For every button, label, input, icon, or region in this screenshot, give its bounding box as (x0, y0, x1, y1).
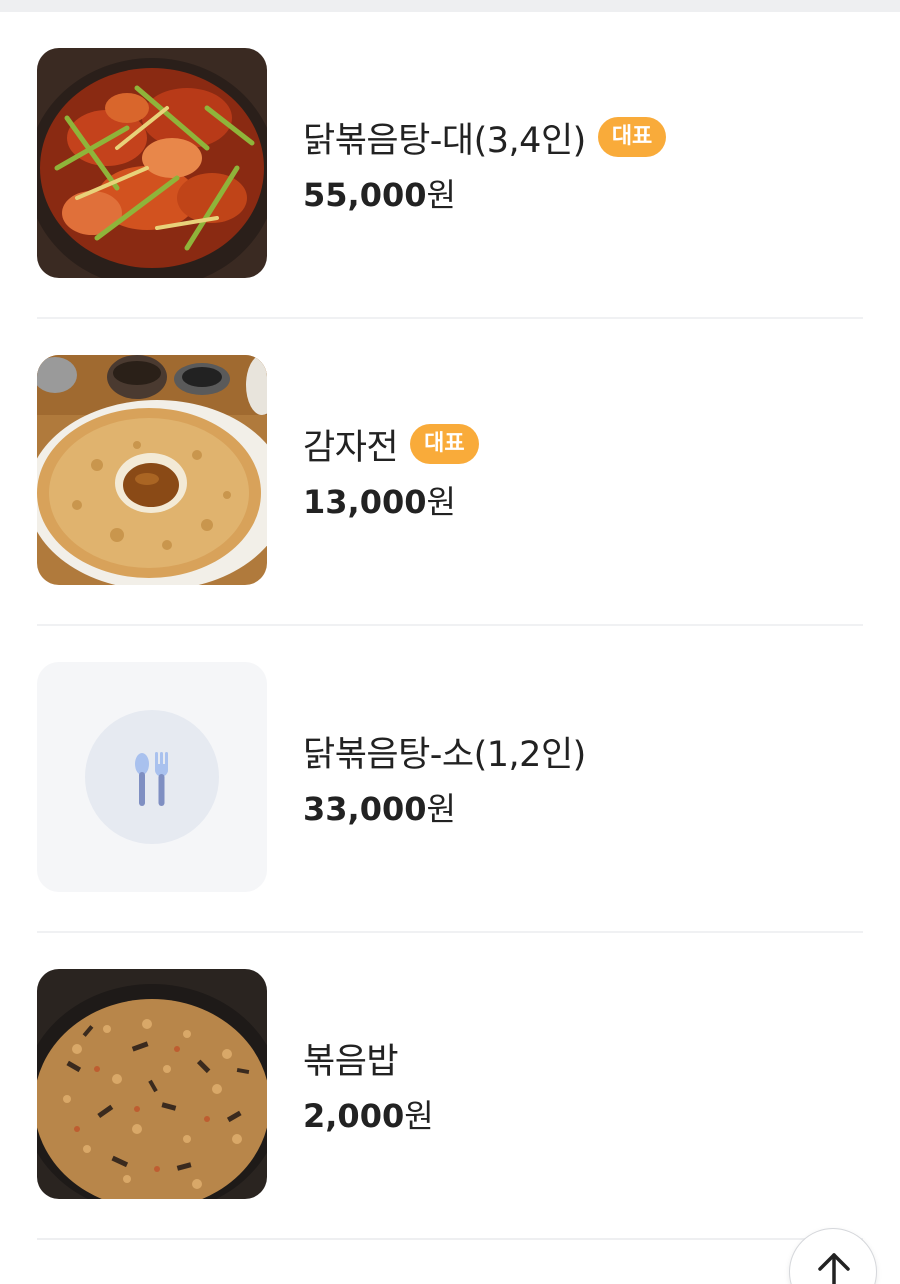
fried-rice-photo (37, 969, 267, 1199)
price-currency: 원 (426, 790, 456, 828)
menu-item[interactable]: 닭볶음탕-소(1,2인) 33,000 원 (37, 626, 863, 933)
menu-item-photo[interactable] (37, 662, 267, 892)
menu-item[interactable]: 감자전 대표 13,000 원 (37, 319, 863, 626)
price-amount: 13,000 (303, 483, 427, 521)
menu-item[interactable]: 볶음밥 2,000 원 (37, 933, 863, 1240)
menu-item-price: 33,000 원 (303, 784, 586, 828)
menu-item-price: 2,000 원 (303, 1091, 434, 1135)
menu-item-info: 닭볶음탕-소(1,2인) 33,000 원 (303, 726, 586, 829)
price-amount: 2,000 (303, 1097, 405, 1135)
signature-badge: 대표 (597, 117, 667, 157)
no-image-placeholder (37, 662, 267, 892)
menu-item-name: 닭볶음탕-대(3,4인) (303, 120, 586, 161)
spoon-fork-icon (135, 752, 168, 806)
menu-item-photo[interactable] (37, 355, 267, 585)
top-divider-strip (0, 0, 900, 12)
menu-item-name: 닭볶음탕-소(1,2인) (303, 734, 586, 775)
potato-pancake-photo (37, 355, 267, 585)
spicy-braised-chicken-photo (37, 48, 267, 278)
price-currency: 원 (404, 1097, 434, 1135)
menu-item-name: 감자전 (303, 427, 399, 468)
menu-item[interactable]: 닭볶음탕-대(3,4인) 대표 55,000 원 (37, 12, 863, 319)
signature-badge: 대표 (410, 424, 479, 464)
menu-item-photo[interactable] (37, 969, 267, 1199)
menu-item-info: 볶음밥 2,000 원 (303, 1033, 434, 1136)
price-amount: 33,000 (303, 790, 427, 828)
menu-item-photo[interactable] (37, 48, 267, 278)
menu-item-info: 감자전 대표 13,000 원 (303, 419, 479, 521)
menu-item-info: 닭볶음탕-대(3,4인) 대표 55,000 원 (303, 112, 667, 214)
price-amount: 55,000 (303, 176, 427, 214)
arrow-up-icon (818, 1253, 850, 1284)
menu-list: 닭볶음탕-대(3,4인) 대표 55,000 원 감자전 대표 13,000 원… (37, 12, 863, 1240)
menu-item-price: 55,000 원 (303, 170, 666, 214)
price-currency: 원 (426, 483, 456, 521)
menu-item-name: 볶음밥 (303, 1041, 399, 1082)
menu-item-price: 13,000 원 (303, 477, 479, 521)
price-currency: 원 (426, 176, 456, 214)
